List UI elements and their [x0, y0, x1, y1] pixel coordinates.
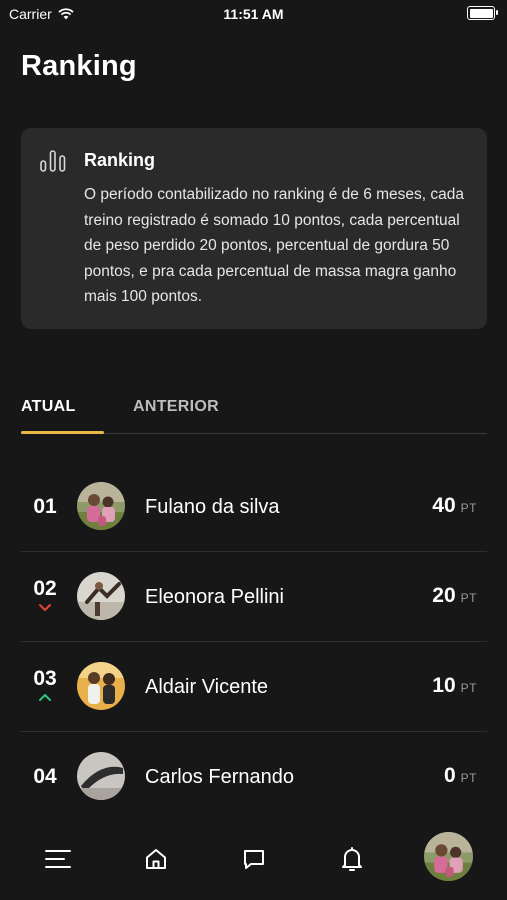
bar-chart-icon — [40, 150, 66, 172]
avatar — [77, 662, 125, 710]
status-time: 11:51 AM — [223, 6, 284, 22]
player-name: Aldair Vicente — [145, 676, 269, 698]
menu-icon — [45, 850, 71, 868]
bottom-navigation — [0, 822, 507, 900]
player-score: 10 PT — [432, 674, 477, 698]
rank-number: 01 — [33, 495, 57, 518]
player-score: 40 PT — [432, 494, 477, 518]
rank-number: 02 — [33, 577, 57, 600]
rank-position: 01 — [30, 462, 60, 551]
notifications-button[interactable] — [337, 844, 367, 874]
tab-anterior[interactable]: ANTERIOR — [133, 398, 219, 416]
score-value: 0 — [443, 764, 456, 787]
info-card-body: O período contabilizado no ranking é de … — [84, 186, 464, 305]
rank-number: 04 — [33, 765, 57, 788]
score-unit: PT — [460, 591, 477, 605]
score-value: 20 — [432, 584, 456, 607]
chat-button[interactable] — [239, 844, 269, 874]
ranking-info-card: Ranking O período contabilizado no ranki… — [21, 128, 487, 329]
avatar — [77, 752, 125, 800]
trend-down-icon — [39, 604, 51, 611]
ranking-tabs: ATUAL ANTERIOR — [21, 388, 487, 434]
ranking-row[interactable]: 02 Eleonora Pellini 20 PT — [21, 552, 487, 642]
ranking-list: 01 Fulano da silva 40 PT 02 Eleonora Pel… — [21, 462, 487, 821]
score-unit: PT — [460, 681, 477, 695]
ranking-row[interactable]: 04 Carlos Fernando 0 PT — [21, 732, 487, 821]
tab-atual[interactable]: ATUAL — [21, 398, 76, 416]
player-score: 0 PT — [444, 764, 477, 788]
page-title: Ranking — [21, 50, 137, 82]
active-tab-indicator — [21, 431, 104, 434]
home-button[interactable] — [141, 844, 171, 874]
rank-position: 02 — [30, 552, 60, 641]
info-card-title: Ranking — [84, 150, 156, 170]
avatar — [77, 482, 125, 530]
score-value: 40 — [432, 494, 456, 517]
rank-position: 03 — [30, 642, 60, 731]
rank-number: 03 — [33, 667, 57, 690]
trend-up-icon — [39, 694, 51, 701]
score-unit: PT — [460, 501, 477, 515]
player-name: Fulano da silva — [145, 496, 280, 518]
score-value: 10 — [432, 674, 456, 697]
profile-avatar[interactable] — [424, 832, 473, 881]
avatar — [77, 572, 125, 620]
bell-icon — [342, 847, 362, 871]
menu-button[interactable] — [43, 844, 73, 874]
player-score: 20 PT — [432, 584, 477, 608]
player-name: Carlos Fernando — [145, 766, 294, 788]
rank-position: 04 — [30, 732, 60, 821]
battery-icon — [467, 6, 498, 20]
chat-icon — [244, 850, 264, 869]
score-unit: PT — [460, 771, 477, 785]
ranking-row[interactable]: 03 Aldair Vicente 10 PT — [21, 642, 487, 732]
player-name: Eleonora Pellini — [145, 586, 284, 608]
home-icon — [146, 849, 166, 869]
status-bar: Carrier 11:51 AM — [0, 0, 507, 28]
ranking-row[interactable]: 01 Fulano da silva 40 PT — [21, 462, 487, 552]
